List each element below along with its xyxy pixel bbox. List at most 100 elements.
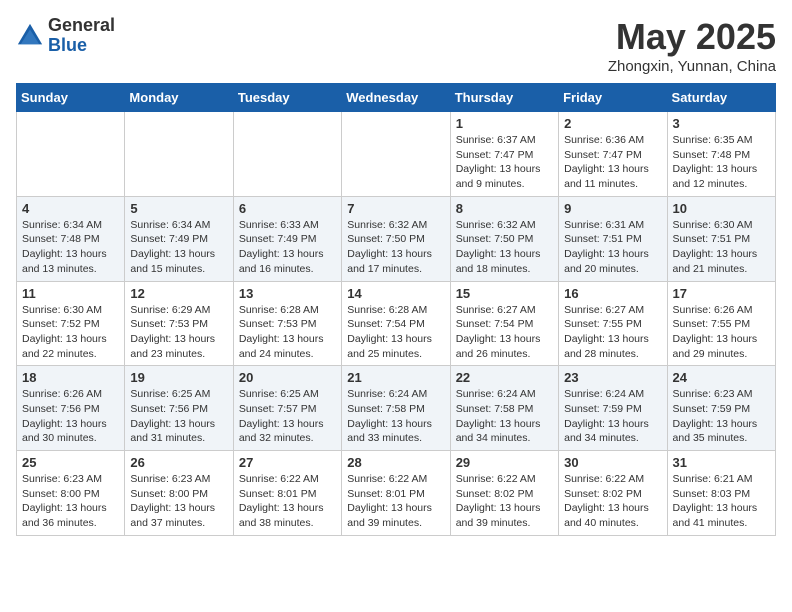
day-info: Sunrise: 6:25 AM Sunset: 7:56 PM Dayligh…	[130, 387, 227, 446]
calendar-cell: 16Sunrise: 6:27 AM Sunset: 7:55 PM Dayli…	[559, 281, 667, 366]
calendar-cell: 19 Sunrise: 6:25 AM Sunset: 7:56 PM Dayli…	[125, 366, 233, 451]
day-info: Sunrise: 6:23 AM Sunset: 8:00 PM Dayligh…	[22, 472, 119, 531]
day-number: 19	[130, 370, 227, 385]
day-number: 26	[130, 455, 227, 470]
calendar-cell: 31 Sunrise: 6:21 AM Sunset: 8:03 PM Dayli…	[667, 451, 775, 536]
calendar-cell: 6 Sunrise: 6:33 AM Sunset: 7:49 PM Daylig…	[233, 196, 341, 281]
logo-text: General Blue	[48, 16, 115, 56]
calendar-cell: 13 Sunrise: 6:28 AM Sunset: 7:53 PM Dayli…	[233, 281, 341, 366]
calendar-table: SundayMondayTuesdayWednesdayThursdayFrid…	[16, 83, 776, 536]
day-info: Sunrise: 6:32 AM Sunset: 7:50 PM Dayligh…	[347, 218, 444, 277]
calendar-cell: 15 Sunrise: 6:27 AM Sunset: 7:54 PM Dayli…	[450, 281, 558, 366]
calendar-cell: 10Sunrise: 6:30 AM Sunset: 7:51 PM Dayli…	[667, 196, 775, 281]
calendar-cell: 11 Sunrise: 6:30 AM Sunset: 7:52 PM Dayli…	[17, 281, 125, 366]
calendar-cell: 21Sunrise: 6:24 AM Sunset: 7:58 PM Dayli…	[342, 366, 450, 451]
calendar-week-1: 1 Sunrise: 6:37 AM Sunset: 7:47 PM Daylig…	[17, 112, 776, 197]
day-info: Sunrise: 6:35 AM Sunset: 7:48 PM Dayligh…	[673, 133, 770, 192]
calendar-header-row: SundayMondayTuesdayWednesdayThursdayFrid…	[17, 84, 776, 112]
logo-general: General	[48, 16, 115, 36]
calendar-cell: 27 Sunrise: 6:22 AM Sunset: 8:01 PM Dayli…	[233, 451, 341, 536]
day-info: Sunrise: 6:32 AM Sunset: 7:50 PM Dayligh…	[456, 218, 553, 277]
day-info: Sunrise: 6:22 AM Sunset: 8:01 PM Dayligh…	[239, 472, 336, 531]
day-header-tuesday: Tuesday	[233, 84, 341, 112]
calendar-cell: 23 Sunrise: 6:24 AM Sunset: 7:59 PM Dayli…	[559, 366, 667, 451]
logo-icon	[16, 22, 44, 50]
day-info: Sunrise: 6:28 AM Sunset: 7:54 PM Dayligh…	[347, 303, 444, 362]
day-info: Sunrise: 6:26 AM Sunset: 7:55 PM Dayligh…	[673, 303, 770, 362]
calendar-week-3: 11 Sunrise: 6:30 AM Sunset: 7:52 PM Dayli…	[17, 281, 776, 366]
day-header-thursday: Thursday	[450, 84, 558, 112]
calendar-cell: 7Sunrise: 6:32 AM Sunset: 7:50 PM Daylig…	[342, 196, 450, 281]
day-info: Sunrise: 6:23 AM Sunset: 7:59 PM Dayligh…	[673, 387, 770, 446]
day-info: Sunrise: 6:27 AM Sunset: 7:54 PM Dayligh…	[456, 303, 553, 362]
day-info: Sunrise: 6:22 AM Sunset: 8:02 PM Dayligh…	[564, 472, 661, 531]
calendar-cell	[17, 112, 125, 197]
calendar-cell: 22Sunrise: 6:24 AM Sunset: 7:58 PM Dayli…	[450, 366, 558, 451]
day-number: 29	[456, 455, 553, 470]
day-number: 9	[564, 201, 661, 216]
day-info: Sunrise: 6:22 AM Sunset: 8:02 PM Dayligh…	[456, 472, 553, 531]
calendar-cell: 4Sunrise: 6:34 AM Sunset: 7:48 PM Daylig…	[17, 196, 125, 281]
day-number: 10	[673, 201, 770, 216]
month-title: May 2025	[608, 16, 776, 58]
day-info: Sunrise: 6:22 AM Sunset: 8:01 PM Dayligh…	[347, 472, 444, 531]
calendar-cell: 5 Sunrise: 6:34 AM Sunset: 7:49 PM Daylig…	[125, 196, 233, 281]
day-info: Sunrise: 6:31 AM Sunset: 7:51 PM Dayligh…	[564, 218, 661, 277]
calendar-cell	[342, 112, 450, 197]
calendar-cell: 20 Sunrise: 6:25 AM Sunset: 7:57 PM Dayli…	[233, 366, 341, 451]
day-number: 3	[673, 116, 770, 131]
day-number: 14	[347, 286, 444, 301]
logo: General Blue	[16, 16, 115, 56]
day-info: Sunrise: 6:24 AM Sunset: 7:58 PM Dayligh…	[347, 387, 444, 446]
day-info: Sunrise: 6:25 AM Sunset: 7:57 PM Dayligh…	[239, 387, 336, 446]
day-number: 24	[673, 370, 770, 385]
calendar-cell: 30 Sunrise: 6:22 AM Sunset: 8:02 PM Dayli…	[559, 451, 667, 536]
day-number: 20	[239, 370, 336, 385]
day-number: 6	[239, 201, 336, 216]
day-number: 1	[456, 116, 553, 131]
page-header: General Blue May 2025 Zhongxin, Yunnan, …	[16, 16, 776, 75]
day-number: 31	[673, 455, 770, 470]
calendar-cell: 26Sunrise: 6:23 AM Sunset: 8:00 PM Dayli…	[125, 451, 233, 536]
calendar-cell: 24 Sunrise: 6:23 AM Sunset: 7:59 PM Dayli…	[667, 366, 775, 451]
day-info: Sunrise: 6:21 AM Sunset: 8:03 PM Dayligh…	[673, 472, 770, 531]
day-number: 23	[564, 370, 661, 385]
day-info: Sunrise: 6:34 AM Sunset: 7:49 PM Dayligh…	[130, 218, 227, 277]
day-number: 2	[564, 116, 661, 131]
calendar-cell: 25 Sunrise: 6:23 AM Sunset: 8:00 PM Dayli…	[17, 451, 125, 536]
calendar-cell: 1 Sunrise: 6:37 AM Sunset: 7:47 PM Daylig…	[450, 112, 558, 197]
day-number: 8	[456, 201, 553, 216]
calendar-week-5: 25 Sunrise: 6:23 AM Sunset: 8:00 PM Dayli…	[17, 451, 776, 536]
day-info: Sunrise: 6:26 AM Sunset: 7:56 PM Dayligh…	[22, 387, 119, 446]
day-number: 27	[239, 455, 336, 470]
day-number: 17	[673, 286, 770, 301]
day-number: 25	[22, 455, 119, 470]
day-info: Sunrise: 6:28 AM Sunset: 7:53 PM Dayligh…	[239, 303, 336, 362]
day-number: 5	[130, 201, 227, 216]
calendar-week-2: 4Sunrise: 6:34 AM Sunset: 7:48 PM Daylig…	[17, 196, 776, 281]
calendar-cell: 8 Sunrise: 6:32 AM Sunset: 7:50 PM Daylig…	[450, 196, 558, 281]
day-number: 13	[239, 286, 336, 301]
day-info: Sunrise: 6:33 AM Sunset: 7:49 PM Dayligh…	[239, 218, 336, 277]
calendar-cell	[125, 112, 233, 197]
day-info: Sunrise: 6:34 AM Sunset: 7:48 PM Dayligh…	[22, 218, 119, 277]
calendar-cell: 18 Sunrise: 6:26 AM Sunset: 7:56 PM Dayli…	[17, 366, 125, 451]
day-number: 30	[564, 455, 661, 470]
calendar-cell: 3 Sunrise: 6:35 AM Sunset: 7:48 PM Daylig…	[667, 112, 775, 197]
day-number: 11	[22, 286, 119, 301]
day-info: Sunrise: 6:24 AM Sunset: 7:59 PM Dayligh…	[564, 387, 661, 446]
day-info: Sunrise: 6:30 AM Sunset: 7:52 PM Dayligh…	[22, 303, 119, 362]
calendar-week-4: 18 Sunrise: 6:26 AM Sunset: 7:56 PM Dayli…	[17, 366, 776, 451]
day-header-friday: Friday	[559, 84, 667, 112]
calendar-cell: 29 Sunrise: 6:22 AM Sunset: 8:02 PM Dayli…	[450, 451, 558, 536]
calendar-cell: 14 Sunrise: 6:28 AM Sunset: 7:54 PM Dayli…	[342, 281, 450, 366]
day-number: 18	[22, 370, 119, 385]
day-info: Sunrise: 6:37 AM Sunset: 7:47 PM Dayligh…	[456, 133, 553, 192]
day-number: 28	[347, 455, 444, 470]
title-block: May 2025 Zhongxin, Yunnan, China	[608, 16, 776, 75]
calendar-cell: 2Sunrise: 6:36 AM Sunset: 7:47 PM Daylig…	[559, 112, 667, 197]
day-number: 15	[456, 286, 553, 301]
calendar-cell: 9 Sunrise: 6:31 AM Sunset: 7:51 PM Daylig…	[559, 196, 667, 281]
calendar-cell: 28 Sunrise: 6:22 AM Sunset: 8:01 PM Dayli…	[342, 451, 450, 536]
day-info: Sunrise: 6:24 AM Sunset: 7:58 PM Dayligh…	[456, 387, 553, 446]
